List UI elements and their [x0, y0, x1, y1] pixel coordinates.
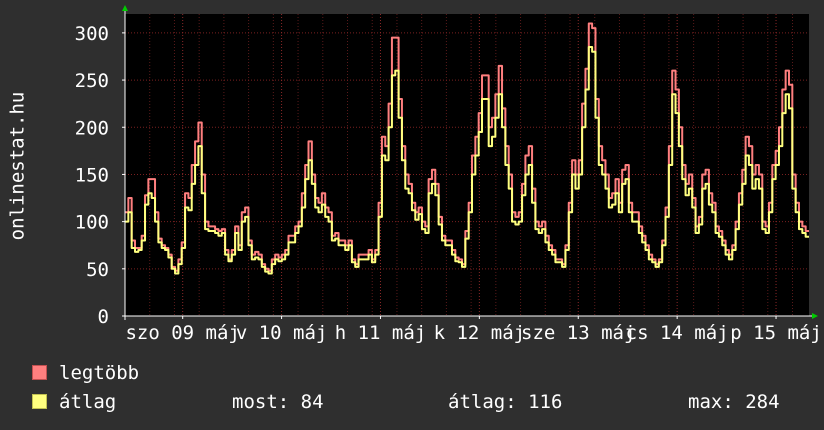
y-tick-label: 300 [75, 23, 109, 45]
x-tick-label: p 15 máj [730, 322, 822, 344]
stat-atlag: átlag: 116 [448, 391, 563, 413]
y-tick-label: 0 [98, 306, 109, 328]
plot-area [125, 14, 809, 316]
y-tick-label: 200 [75, 117, 109, 139]
legend-swatch-atlag [32, 394, 47, 409]
y-tick-label: 150 [75, 164, 109, 186]
stat-most: most: 84 [232, 391, 324, 413]
legend-item-atlag: átlag [32, 391, 116, 413]
x-tick-label: sze 13 máj [521, 322, 635, 344]
x-tick-label: cs 14 máj [626, 322, 729, 344]
y-tick-label: 250 [75, 70, 109, 92]
x-tick-label: szo 09 máj [125, 322, 239, 344]
y-axis-label: onlinestat.hu [7, 92, 29, 241]
legend-label-legtobb: legtöbb [59, 362, 140, 384]
legend-item-legtobb: legtöbb [32, 362, 139, 384]
legend-swatch-legtobb [32, 365, 47, 380]
stat-max: max: 284 [688, 391, 780, 413]
x-tick-label: k 12 máj [434, 322, 526, 344]
x-tick-label: h 11 máj [335, 322, 427, 344]
y-tick-label: 100 [75, 212, 109, 234]
legend-label-atlag: átlag [59, 391, 117, 413]
x-axis-arrow [812, 313, 818, 319]
y-tick-label: 50 [86, 259, 109, 281]
x-tick-label: v 10 máj [236, 322, 328, 344]
y-axis-arrow [122, 5, 128, 11]
